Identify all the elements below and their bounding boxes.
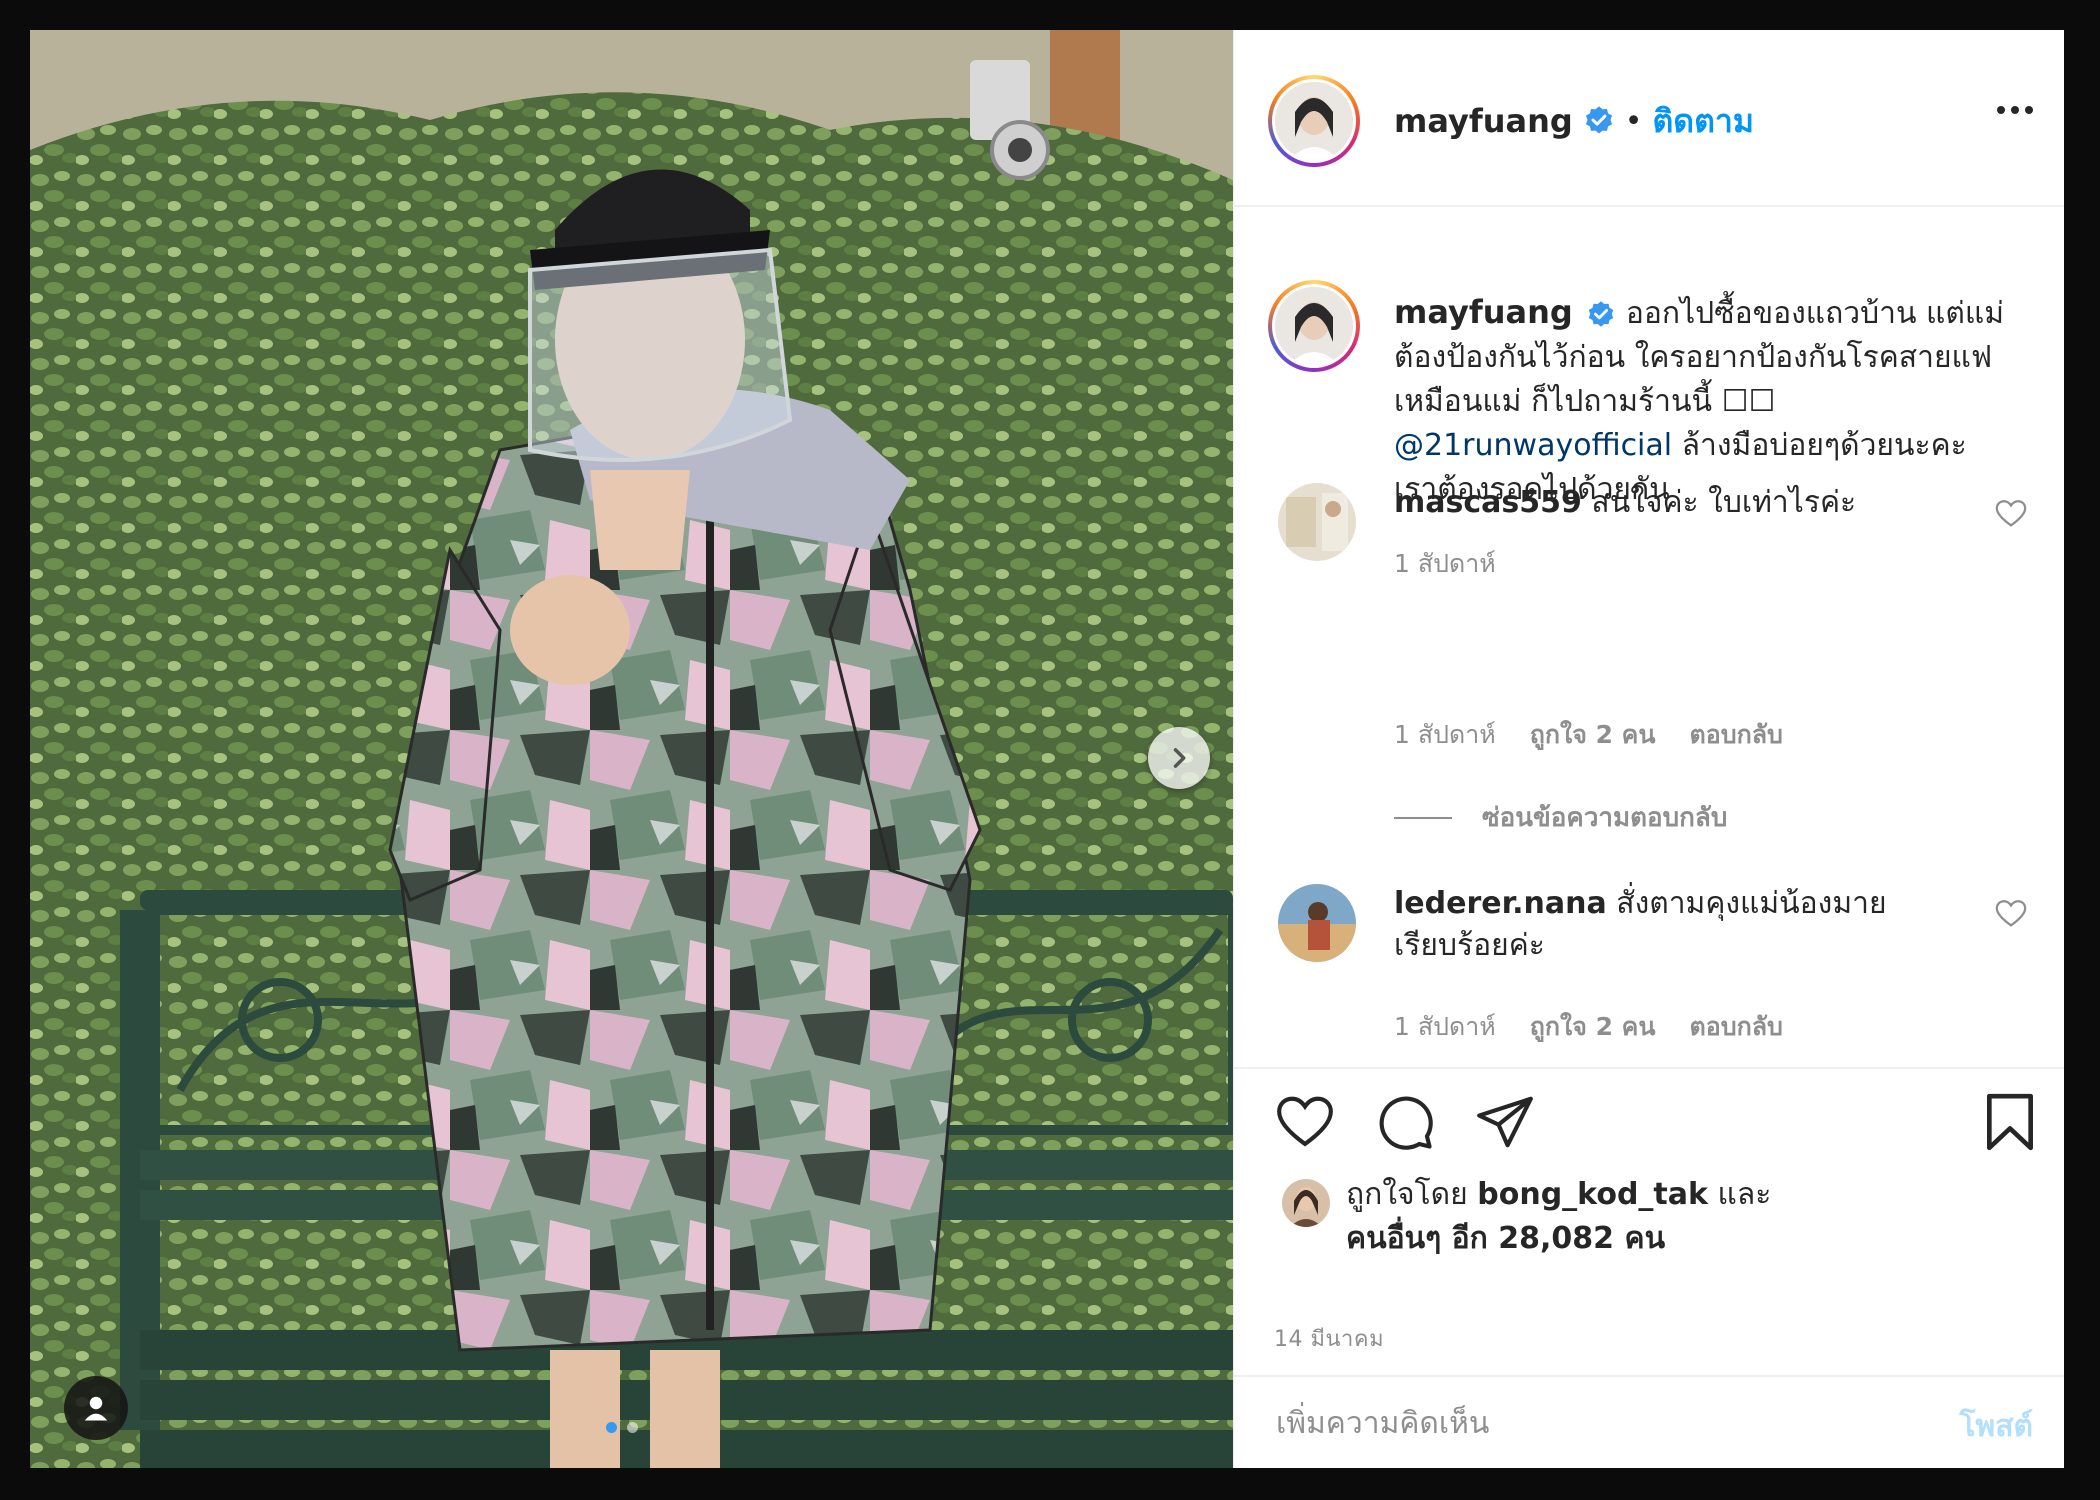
liker-username[interactable]: bong_kod_tak [1477,1177,1708,1212]
comment-text-block: lederer.nana สั่งตามคุงแม่น้องมายเรียบร้… [1394,883,1984,967]
comment-text-block: mascas559 สนใจค่ะ ใบเท่าไรค่ะ [1394,482,1984,524]
liker-avatar[interactable] [1282,1179,1330,1227]
avatar-image [1282,1179,1330,1227]
photo-illustration [30,30,1233,1468]
comment-timestamp[interactable]: 1 สัปดาห์ [1394,715,1496,755]
carousel-dots [606,1422,638,1433]
comment-likes-count[interactable]: ถูกใจ 2 คน [1530,715,1656,755]
share-icon[interactable] [1474,1091,1536,1153]
verified-badge-icon [1585,106,1612,134]
verified-badge-icon [1589,300,1614,327]
likes-summary[interactable]: ถูกใจโดย bong_kod_tak และ คนอื่นๆ อีก 28… [1346,1173,1986,1261]
user-tag-button[interactable] [64,1376,128,1440]
commenter-username[interactable]: lederer.nana [1394,886,1607,921]
post-caption: mayfuang ออกไปซื้อของแถวบ้าน แต่แม่ต้องป… [1394,290,2014,512]
caption-author-avatar[interactable] [1268,280,1360,372]
comment-like-heart-icon[interactable] [1994,897,2028,931]
avatar-image [1278,483,1356,561]
bookmark-icon[interactable] [1979,1091,2041,1153]
hide-replies-label: ซ่อนข้อความตอบกลับ [1482,803,1728,833]
more-options-icon[interactable] [1997,106,2033,114]
next-photo-button[interactable] [1148,727,1210,789]
likes-prefix: ถูกใจโดย [1346,1177,1478,1212]
heart-icon[interactable] [1274,1091,1336,1153]
likes-mid: และ [1707,1177,1772,1212]
post-photo[interactable] [30,30,1233,1468]
likes-others-count[interactable]: คนอื่นๆ อีก 28,082 คน [1346,1221,1665,1256]
commenter-username[interactable]: mascas559 [1394,485,1582,520]
comment-meta: 1 สัปดาห์ ถูกใจ 2 คน ตอบกลับ [1394,1007,1783,1047]
post-comment-button[interactable]: โพสต์ [1959,1403,2033,1450]
author-username[interactable]: mayfuang [1394,102,1573,140]
caption-username[interactable]: mayfuang [1394,293,1573,331]
carousel-dot [627,1422,638,1433]
divider-line [1394,816,1452,819]
comment-input[interactable] [1274,1397,1898,1449]
header-separator: • [1624,103,1643,139]
post-actions: ถูกใจโดย bong_kod_tak และ คนอื่นๆ อีก 28… [1234,1067,2064,1377]
commenter-avatar[interactable] [1278,884,1356,962]
post-side-panel: mayfuang • ติดตาม mayfuang ออกไปซื้อของแ… [1233,30,2064,1468]
user-tag-icon [84,1396,108,1421]
author-avatar[interactable] [1268,75,1360,167]
caption-mention-link[interactable]: @21runwayofficial [1394,428,1672,463]
avatar-image [1275,82,1353,160]
follow-button[interactable]: ติดตาม [1653,96,1754,147]
comment-timestamp[interactable]: 1 สัปดาห์ [1394,1007,1496,1047]
hide-replies-button[interactable]: ซ่อนข้อความตอบกลับ [1394,797,1727,838]
comment-likes-count[interactable]: ถูกใจ 2 คน [1530,1007,1656,1047]
post-header: mayfuang • ติดตาม [1234,30,2064,207]
comment-reply-button[interactable]: ตอบกลับ [1689,1007,1782,1047]
add-comment-bar: โพสต์ [1234,1375,2064,1468]
comment-meta: 1 สัปดาห์ ถูกใจ 2 คน ตอบกลับ [1394,715,1783,755]
post-dialog: mayfuang • ติดตาม mayfuang ออกไปซื้อของแ… [30,30,2064,1468]
comment-reply-button[interactable]: ตอบกลับ [1689,715,1782,755]
carousel-dot-active [606,1422,617,1433]
commenter-avatar[interactable] [1278,483,1356,561]
comment-like-heart-icon[interactable] [1994,497,2028,531]
avatar-image [1278,884,1356,962]
avatar-image [1275,287,1353,365]
post-date[interactable]: 14 มีนาคม [1274,1321,1384,1356]
next-arrow-icon [1173,748,1186,768]
caption-timestamp[interactable]: 1 สัปดาห์ [1394,544,1496,584]
comment-icon[interactable] [1374,1091,1436,1153]
comment-text: สนใจค่ะ ใบเท่าไรค่ะ [1591,485,1857,520]
comments-list[interactable]: mayfuang ออกไปซื้อของแถวบ้าน แต่แม่ต้องป… [1234,207,2064,1065]
